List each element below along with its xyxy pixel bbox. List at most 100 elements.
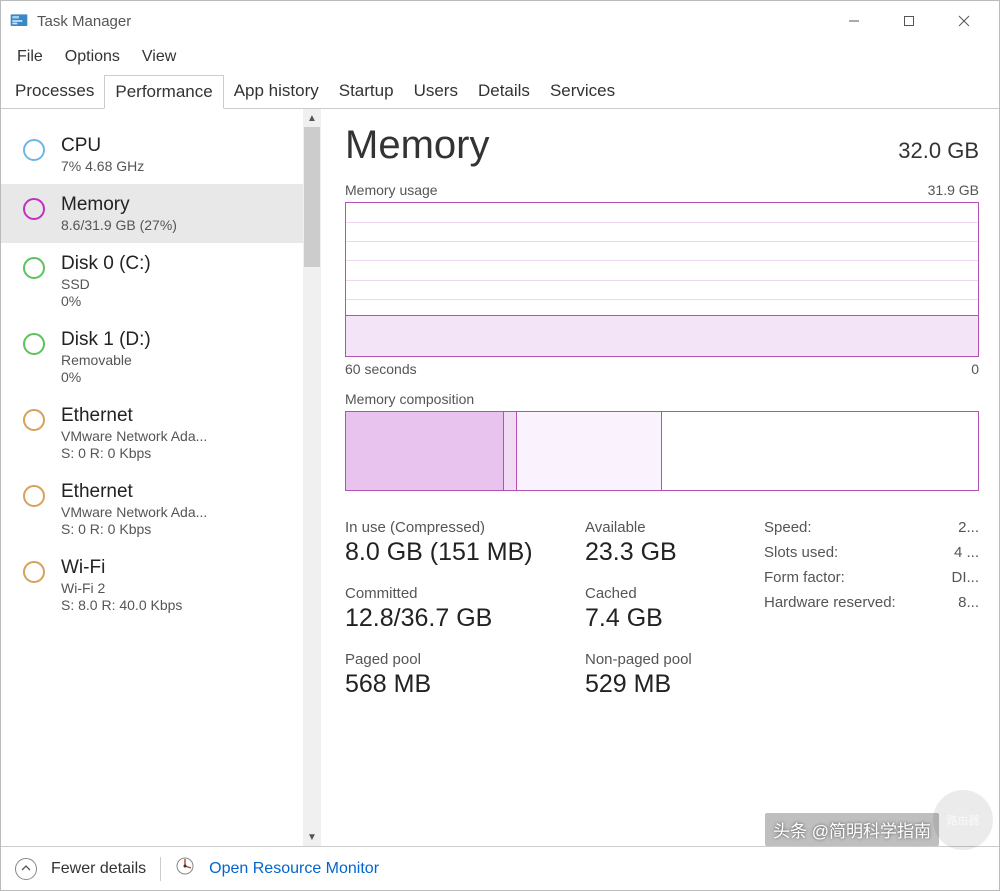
comp-standby xyxy=(517,412,662,490)
comp-free xyxy=(662,412,978,490)
window-title: Task Manager xyxy=(37,13,826,30)
tab-startup[interactable]: Startup xyxy=(329,75,404,108)
x-right: 0 xyxy=(971,361,979,377)
cached-label: Cached xyxy=(585,585,735,602)
tabbar: Processes Performance App history Startu… xyxy=(1,73,999,109)
wifi-title: Wi-Fi xyxy=(61,557,182,579)
titlebar[interactable]: Task Manager xyxy=(1,1,999,41)
paged-label: Paged pool xyxy=(345,651,585,668)
hw-value: 8... xyxy=(958,594,979,611)
nonpaged-label: Non-paged pool xyxy=(585,651,735,668)
scroll-up-icon[interactable]: ▲ xyxy=(303,109,321,127)
memory-total: 32.0 GB xyxy=(898,138,979,164)
wifi-sub1: Wi-Fi 2 xyxy=(61,580,182,596)
disk0-sub2: 0% xyxy=(61,293,151,309)
speed-label: Speed: xyxy=(764,519,812,536)
cpu-ring-icon xyxy=(23,139,45,161)
composition-label: Memory composition xyxy=(345,391,474,407)
memory-details: Memory 32.0 GB Memory usage 31.9 GB 60 s… xyxy=(321,109,999,846)
detail-title: Memory xyxy=(345,123,489,168)
committed-label: Committed xyxy=(345,585,585,602)
eth2-sub1: VMware Network Ada... xyxy=(61,504,207,520)
in-use-value: 8.0 GB (151 MB) xyxy=(345,538,585,567)
content: CPU 7% 4.68 GHz Memory 8.6/31.9 GB (27%)… xyxy=(1,109,999,846)
available-label: Available xyxy=(585,519,735,536)
maximize-button[interactable] xyxy=(881,1,936,41)
chart-fill xyxy=(346,315,978,356)
disk1-sub2: 0% xyxy=(61,369,151,385)
disk-ring-icon xyxy=(23,333,45,355)
performance-sidebar: CPU 7% 4.68 GHz Memory 8.6/31.9 GB (27%)… xyxy=(1,109,321,846)
comp-modified xyxy=(504,412,517,490)
menu-options[interactable]: Options xyxy=(55,44,130,70)
scrollbar-track[interactable]: ▲ ▼ xyxy=(303,109,321,846)
sidebar-item-memory[interactable]: Memory 8.6/31.9 GB (27%) xyxy=(1,184,321,243)
footer: Fewer details Open Resource Monitor xyxy=(1,846,999,890)
separator xyxy=(160,857,161,881)
cpu-title: CPU xyxy=(61,135,144,157)
x-left: 60 seconds xyxy=(345,361,417,377)
sidebar-item-ethernet-2[interactable]: Ethernet VMware Network Ada... S: 0 R: 0… xyxy=(1,471,321,547)
net-ring-icon xyxy=(23,561,45,583)
comp-in-use xyxy=(346,412,504,490)
wifi-sub2: S: 8.0 R: 40.0 Kbps xyxy=(61,597,182,613)
sidebar-item-disk1[interactable]: Disk 1 (D:) Removable 0% xyxy=(1,319,321,395)
app-icon xyxy=(9,11,29,31)
watermark-badge: 路由器 xyxy=(933,790,993,850)
tab-users[interactable]: Users xyxy=(404,75,468,108)
menu-file[interactable]: File xyxy=(7,44,53,70)
form-value: DI... xyxy=(951,569,979,586)
tab-app-history[interactable]: App history xyxy=(224,75,329,108)
disk0-title: Disk 0 (C:) xyxy=(61,253,151,275)
tab-processes[interactable]: Processes xyxy=(5,75,104,108)
cached-value: 7.4 GB xyxy=(585,604,735,633)
chevron-up-icon[interactable] xyxy=(15,858,37,880)
paged-value: 568 MB xyxy=(345,670,585,699)
memory-ring-icon xyxy=(23,198,45,220)
open-resource-monitor-link[interactable]: Open Resource Monitor xyxy=(209,860,379,878)
close-button[interactable] xyxy=(936,1,991,41)
memory-composition-chart[interactable] xyxy=(345,411,979,491)
memory-usage-chart[interactable] xyxy=(345,202,979,357)
eth1-title: Ethernet xyxy=(61,405,207,427)
usage-max: 31.9 GB xyxy=(928,182,979,198)
slots-label: Slots used: xyxy=(764,544,838,561)
menu-view[interactable]: View xyxy=(132,44,186,70)
eth1-sub2: S: 0 R: 0 Kbps xyxy=(61,445,207,461)
form-label: Form factor: xyxy=(764,569,845,586)
disk-ring-icon xyxy=(23,257,45,279)
eth1-sub1: VMware Network Ada... xyxy=(61,428,207,444)
resmon-icon xyxy=(175,856,195,881)
slots-value: 4 ... xyxy=(954,544,979,561)
speed-value: 2... xyxy=(958,519,979,536)
minimize-button[interactable] xyxy=(826,1,881,41)
eth2-title: Ethernet xyxy=(61,481,207,503)
tab-services[interactable]: Services xyxy=(540,75,625,108)
nonpaged-value: 529 MB xyxy=(585,670,735,699)
sidebar-item-cpu[interactable]: CPU 7% 4.68 GHz xyxy=(1,125,321,184)
cpu-sub: 7% 4.68 GHz xyxy=(61,158,144,174)
disk1-title: Disk 1 (D:) xyxy=(61,329,151,351)
disk0-sub1: SSD xyxy=(61,276,151,292)
fewer-details-link[interactable]: Fewer details xyxy=(51,860,146,878)
spec-table: Speed: 2... Slots used: 4 ... Form factor:… xyxy=(764,519,979,699)
eth2-sub2: S: 0 R: 0 Kbps xyxy=(61,521,207,537)
task-manager-window: Task Manager File Options View Processes… xyxy=(0,0,1000,891)
watermark-text: 头条 @简明科学指南 xyxy=(765,813,939,846)
scrollbar-thumb[interactable] xyxy=(304,127,320,267)
sidebar-item-disk0[interactable]: Disk 0 (C:) SSD 0% xyxy=(1,243,321,319)
hw-label: Hardware reserved: xyxy=(764,594,896,611)
menubar: File Options View xyxy=(1,41,999,73)
memory-title: Memory xyxy=(61,194,177,216)
usage-label: Memory usage xyxy=(345,182,438,198)
available-value: 23.3 GB xyxy=(585,538,735,567)
disk1-sub1: Removable xyxy=(61,352,151,368)
net-ring-icon xyxy=(23,485,45,507)
sidebar-item-ethernet-1[interactable]: Ethernet VMware Network Ada... S: 0 R: 0… xyxy=(1,395,321,471)
memory-sub: 8.6/31.9 GB (27%) xyxy=(61,217,177,233)
tab-performance[interactable]: Performance xyxy=(104,75,223,109)
sidebar-item-wifi[interactable]: Wi-Fi Wi-Fi 2 S: 8.0 R: 40.0 Kbps xyxy=(1,547,321,623)
scroll-down-icon[interactable]: ▼ xyxy=(303,828,321,846)
net-ring-icon xyxy=(23,409,45,431)
tab-details[interactable]: Details xyxy=(468,75,540,108)
